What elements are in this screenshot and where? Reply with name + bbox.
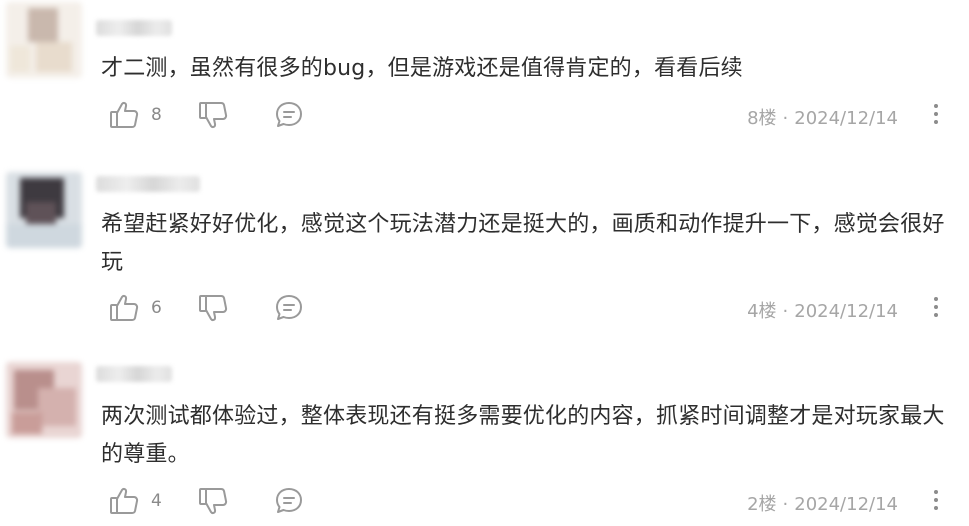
thumbs-up-icon [108, 292, 140, 324]
comment-meta: 4楼 · 2024/12/14 [747, 297, 898, 323]
comment-text: 两次测试都体验过，整体表现还有挺多需要优化的内容，抓紧时间调整才是对玩家最大的尊… [101, 404, 945, 467]
floor-number: 4楼 [747, 301, 777, 322]
reply-button[interactable] [273, 485, 305, 517]
like-button[interactable]: 6 [108, 292, 191, 324]
comment-actions: 8 [108, 98, 305, 132]
floor-number: 8楼 [747, 108, 777, 129]
dislike-button[interactable] [197, 99, 229, 131]
thumbs-down-icon [197, 99, 229, 131]
comment-actions: 4 [108, 484, 305, 518]
meta-separator: · [782, 301, 789, 322]
dislike-button[interactable] [197, 485, 229, 517]
thumbs-down-icon [197, 292, 229, 324]
speech-bubble-icon [273, 99, 305, 131]
reply-button[interactable] [273, 292, 305, 324]
username[interactable]: ██████ [96, 176, 200, 192]
dislike-button[interactable] [197, 292, 229, 324]
comment-item: ████ 才二测，虽然有很多的bug，但是游戏还是值得肯定的，看看后续 8 [0, 0, 969, 150]
avatar[interactable] [6, 362, 82, 438]
more-vertical-icon[interactable] [931, 102, 941, 126]
thumbs-down-icon [197, 485, 229, 517]
comment-meta: 2楼 · 2024/12/14 [747, 490, 898, 516]
comment-text: 希望赶紧好好优化，感觉这个玩法潜力还是挺大的，画质和动作提升一下，感觉会很好玩 [101, 212, 945, 275]
like-count: 4 [151, 491, 162, 511]
like-count: 8 [151, 105, 162, 125]
comment-text: 才二测，虽然有很多的bug，但是游戏还是值得肯定的，看看后续 [101, 56, 743, 81]
like-button[interactable]: 4 [108, 485, 191, 517]
more-vertical-icon[interactable] [931, 488, 941, 512]
thumbs-up-icon [108, 485, 140, 517]
floor-number: 2楼 [747, 494, 777, 515]
reply-button[interactable] [273, 99, 305, 131]
more-vertical-icon[interactable] [931, 295, 941, 319]
comment-actions: 6 [108, 291, 305, 325]
comment-item: █████ 两次测试都体验过，整体表现还有挺多需要优化的内容，抓紧时间调整才是对… [0, 340, 969, 526]
meta-separator: · [782, 108, 789, 129]
speech-bubble-icon [273, 292, 305, 324]
comment-date: 2024/12/14 [794, 108, 898, 129]
meta-separator: · [782, 494, 789, 515]
avatar[interactable] [6, 2, 82, 78]
avatar[interactable] [6, 172, 82, 248]
speech-bubble-icon [273, 485, 305, 517]
username[interactable]: █████ [96, 366, 172, 382]
thumbs-up-icon [108, 99, 140, 131]
like-count: 6 [151, 298, 162, 318]
like-button[interactable]: 8 [108, 99, 191, 131]
comment-date: 2024/12/14 [794, 301, 898, 322]
comment-item: ██████ 希望赶紧好好优化，感觉这个玩法潜力还是挺大的，画质和动作提升一下，… [0, 150, 969, 340]
comment-meta: 8楼 · 2024/12/14 [747, 104, 898, 130]
comment-date: 2024/12/14 [794, 494, 898, 515]
username[interactable]: ████ [96, 20, 172, 36]
